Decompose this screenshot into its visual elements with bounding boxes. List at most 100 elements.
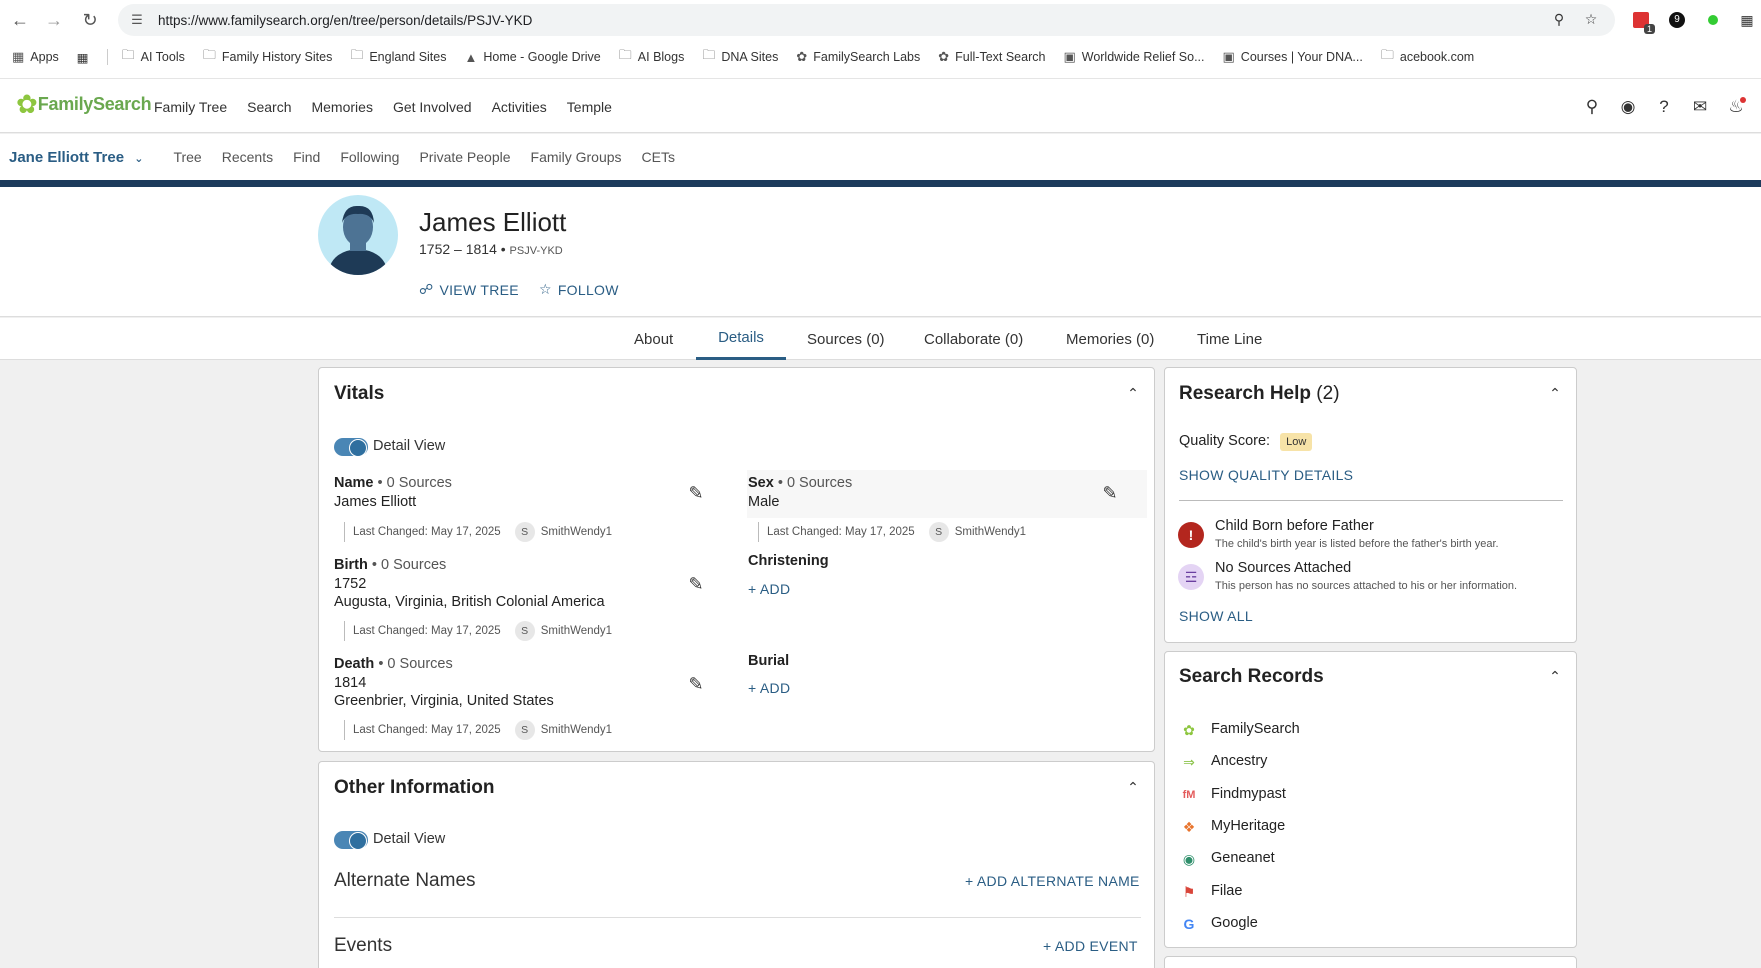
familysearch-tree-icon: ✿ bbox=[796, 49, 808, 64]
search-geneanet-link[interactable]: Geneanet bbox=[1211, 850, 1275, 866]
show-quality-details-link[interactable]: SHOW QUALITY DETAILS bbox=[1179, 467, 1353, 483]
notifications-bell-icon[interactable]: ♨ bbox=[1726, 97, 1746, 117]
nav-family-tree[interactable]: Family Tree bbox=[154, 99, 227, 115]
edit-death-pencil-icon[interactable]: ✎ bbox=[685, 673, 707, 695]
folder-icon: 🗀 bbox=[121, 47, 135, 62]
issue-title[interactable]: No Sources Attached bbox=[1215, 560, 1351, 576]
nav-memories[interactable]: Memories bbox=[311, 99, 372, 115]
user-link[interactable]: SmithWendy1 bbox=[541, 625, 612, 637]
site-icon: ▣ bbox=[1063, 49, 1076, 64]
bookmark-item[interactable]: ▣ Courses | Your DNA... bbox=[1223, 49, 1363, 65]
death-field-header: Death • 0 Sources bbox=[334, 656, 453, 672]
tab-sources[interactable]: Sources (0) bbox=[807, 318, 885, 360]
tab-about[interactable]: About bbox=[634, 318, 673, 360]
search-familysearch-link[interactable]: FamilySearch bbox=[1211, 721, 1300, 737]
globe-icon[interactable]: ◉ bbox=[1618, 97, 1638, 117]
bookmark-item[interactable]: 🗀 AI Tools bbox=[122, 46, 185, 68]
search-myheritage-link[interactable]: MyHeritage bbox=[1211, 818, 1285, 834]
extension-green-icon[interactable] bbox=[1702, 9, 1724, 31]
bookmark-item[interactable]: ▲ Home - Google Drive bbox=[464, 50, 600, 65]
star-icon: ☆ bbox=[538, 281, 552, 297]
add-event-button[interactable]: + ADD EVENT bbox=[1043, 938, 1138, 954]
subnav-tree[interactable]: Tree bbox=[173, 149, 201, 165]
familysearch-logo[interactable]: ✿ FamilySearch bbox=[16, 89, 152, 120]
add-christening-button[interactable]: + ADD bbox=[748, 581, 790, 597]
bookmark-item[interactable]: 🗀 Family History Sites bbox=[203, 46, 332, 68]
bookmark-star-icon[interactable]: ☆ bbox=[1580, 8, 1602, 30]
user-link[interactable]: SmithWendy1 bbox=[541, 526, 612, 538]
issue-title[interactable]: Child Born before Father bbox=[1215, 518, 1374, 534]
collapse-other-information-icon[interactable]: ⌃ bbox=[1124, 778, 1142, 796]
location-pin-icon[interactable]: ⚲ bbox=[1582, 97, 1602, 117]
add-burial-button[interactable]: + ADD bbox=[748, 680, 790, 696]
search-ancestry-link[interactable]: Ancestry bbox=[1211, 753, 1267, 769]
tab-details[interactable]: Details bbox=[696, 318, 786, 360]
zoom-icon[interactable]: ⚲ bbox=[1548, 8, 1570, 30]
user-link[interactable]: SmithWendy1 bbox=[955, 526, 1026, 538]
url-text[interactable]: https://www.familysearch.org/en/tree/per… bbox=[158, 13, 532, 28]
bookmark-item[interactable]: 🗀 England Sites bbox=[350, 46, 446, 68]
folder-icon: 🗀 bbox=[702, 47, 716, 62]
follow-button[interactable]: ☆ FOLLOW bbox=[539, 281, 619, 298]
forward-icon[interactable]: → bbox=[42, 8, 66, 32]
add-alternate-name-button[interactable]: + ADD ALTERNATE NAME bbox=[965, 873, 1140, 889]
christening-field-header: Christening bbox=[748, 553, 829, 569]
site-header: ✿ FamilySearch Family Tree Search Memori… bbox=[0, 78, 1761, 133]
tab-memories[interactable]: Memories (0) bbox=[1066, 318, 1154, 360]
help-icon[interactable]: ? bbox=[1654, 97, 1674, 117]
collapse-research-help-icon[interactable]: ⌃ bbox=[1546, 384, 1564, 402]
subnav-family-groups[interactable]: Family Groups bbox=[531, 149, 622, 165]
tree-view-icon: ☍ bbox=[419, 281, 434, 297]
reload-icon[interactable]: ↻ bbox=[78, 8, 102, 32]
detail-view-label: Detail View bbox=[373, 438, 446, 454]
nav-search[interactable]: Search bbox=[247, 99, 291, 115]
nav-activities[interactable]: Activities bbox=[492, 99, 547, 115]
edit-name-pencil-icon[interactable]: ✎ bbox=[685, 482, 707, 504]
header-divider-bar bbox=[0, 180, 1761, 187]
user-link[interactable]: SmithWendy1 bbox=[541, 724, 612, 736]
name-field-header: Name • 0 Sources bbox=[334, 475, 452, 491]
vitals-title: Vitals bbox=[334, 383, 385, 404]
subnav-cets[interactable]: CETs bbox=[642, 149, 675, 165]
other-information-title: Other Information bbox=[334, 777, 495, 798]
subnav-recents[interactable]: Recents bbox=[222, 149, 273, 165]
show-all-link[interactable]: SHOW ALL bbox=[1179, 608, 1253, 624]
nav-temple[interactable]: Temple bbox=[567, 99, 612, 115]
nav-get-involved[interactable]: Get Involved bbox=[393, 99, 472, 115]
bookmark-item[interactable]: ▣ Worldwide Relief So... bbox=[1063, 49, 1204, 65]
messages-icon[interactable]: ✉ bbox=[1690, 97, 1710, 117]
subnav-private-people[interactable]: Private People bbox=[419, 149, 510, 165]
geneanet-icon: ◉ bbox=[1182, 850, 1196, 867]
birth-place: Augusta, Virginia, British Colonial Amer… bbox=[334, 594, 605, 610]
bookmark-item[interactable]: ✿ FamilySearch Labs bbox=[796, 49, 920, 65]
subnav-find[interactable]: Find bbox=[293, 149, 320, 165]
back-icon[interactable]: ← bbox=[8, 8, 32, 32]
edit-birth-pencil-icon[interactable]: ✎ bbox=[685, 573, 707, 595]
birth-last-changed: Last Changed: May 17, 2025 S SmithWendy1 bbox=[344, 621, 612, 641]
bookmark-item[interactable]: 🗀 acebook.com bbox=[1381, 46, 1474, 68]
bookmark-item[interactable]: ✿ Full-Text Search bbox=[938, 49, 1045, 65]
edit-sex-pencil-icon[interactable]: ✎ bbox=[1099, 482, 1121, 504]
extension-9-icon[interactable]: 9 bbox=[1666, 9, 1688, 31]
bookmark-item[interactable]: 🗀 AI Blogs bbox=[619, 46, 685, 68]
other-detail-view-toggle[interactable] bbox=[334, 831, 368, 850]
bookmark-item[interactable]: 🗀 DNA Sites bbox=[702, 46, 778, 68]
collapse-vitals-icon[interactable]: ⌃ bbox=[1124, 384, 1142, 402]
extension-calendar-icon[interactable]: 1 bbox=[1630, 9, 1655, 34]
tab-groups-icon[interactable]: ▦ bbox=[77, 50, 89, 65]
detail-view-toggle[interactable] bbox=[334, 438, 368, 457]
collapse-search-records-icon[interactable]: ⌃ bbox=[1546, 667, 1564, 685]
search-findmypast-link[interactable]: Findmypast bbox=[1211, 786, 1286, 802]
extensions-puzzle-icon[interactable]: ▦ bbox=[1736, 9, 1758, 31]
tree-selector[interactable]: Jane Elliott Tree ⌄ bbox=[9, 149, 143, 166]
familysearch-tree-icon: ✿ bbox=[16, 89, 38, 119]
bookmark-item[interactable]: ▦ Apps bbox=[12, 49, 59, 65]
address-bar[interactable]: ☰ https://www.familysearch.org/en/tree/p… bbox=[118, 4, 1615, 36]
tab-time-line[interactable]: Time Line bbox=[1197, 318, 1262, 360]
view-tree-button[interactable]: ☍ VIEW TREE bbox=[419, 281, 519, 298]
site-info-icon[interactable]: ☰ bbox=[130, 12, 144, 27]
tab-collaborate[interactable]: Collaborate (0) bbox=[924, 318, 1023, 360]
search-google-link[interactable]: Google bbox=[1211, 915, 1258, 931]
search-filae-link[interactable]: Filae bbox=[1211, 883, 1242, 899]
subnav-following[interactable]: Following bbox=[340, 149, 399, 165]
